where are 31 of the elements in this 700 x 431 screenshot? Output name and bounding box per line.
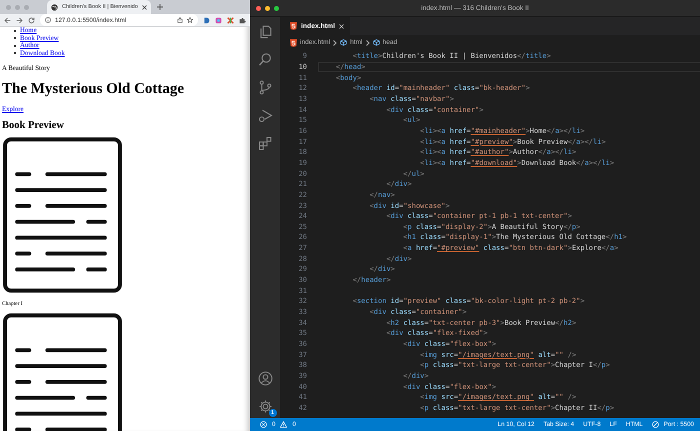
run-debug-icon[interactable] [258, 108, 272, 123]
page-heading: The Mysterious Old Cottage [2, 80, 186, 98]
share-icon[interactable] [177, 17, 183, 23]
extension-icon[interactable] [227, 16, 234, 24]
cube-icon [340, 39, 348, 46]
chevron-icon [366, 40, 370, 46]
extension-icon[interactable] [203, 16, 210, 24]
extensions-icon[interactable] [258, 136, 272, 151]
globe-icon [51, 4, 58, 10]
error-icon[interactable] [260, 421, 267, 428]
account-icon[interactable] [258, 371, 272, 386]
cube-icon [372, 39, 380, 46]
close-icon[interactable] [142, 4, 147, 10]
search-icon[interactable] [258, 52, 272, 67]
branch-icon[interactable] [258, 80, 272, 95]
extension-icon[interactable] [215, 16, 222, 24]
info-icon [45, 17, 51, 23]
puzzle-icon[interactable] [239, 16, 246, 24]
forward-icon[interactable] [16, 16, 23, 24]
files-icon[interactable] [258, 24, 272, 39]
plus-icon[interactable] [156, 4, 163, 10]
html-file-icon [290, 38, 297, 46]
section-heading: Book Preview [2, 119, 65, 132]
html-file-icon [290, 22, 297, 30]
star-icon[interactable] [187, 17, 193, 23]
warning-icon[interactable] [280, 421, 288, 428]
no-entry-icon [652, 421, 659, 428]
reload-icon[interactable] [28, 16, 35, 24]
back-icon[interactable] [4, 16, 11, 24]
settings-icon[interactable] [258, 399, 272, 414]
chevron-icon [333, 40, 338, 46]
